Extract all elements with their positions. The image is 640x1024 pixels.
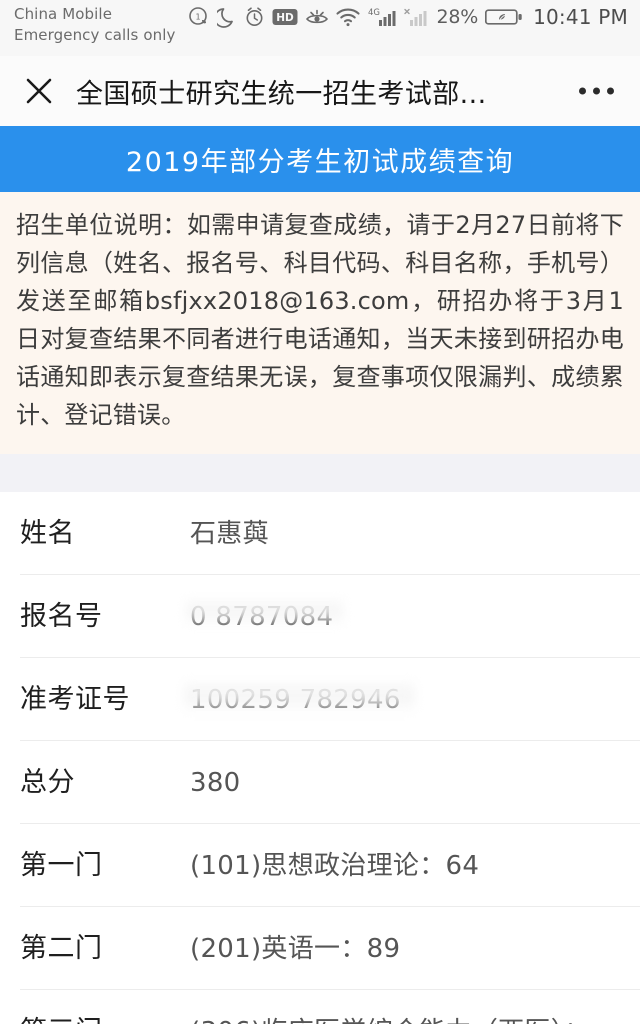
row-value-name: 石惠藇 (190, 519, 269, 549)
title-bar: 全国硕士研究生统一招生考试部... (0, 56, 640, 126)
banner-title: 2019年部分考生初试成绩查询 (125, 146, 515, 178)
row-label-subject-1: 第一门 (20, 850, 103, 881)
table-row: 姓名 石惠藇 (20, 492, 640, 575)
eye-comfort-icon (305, 4, 329, 30)
status-clock: 10:41 PM (533, 5, 628, 29)
page-banner: 2019年部分考生初试成绩查询 (0, 126, 640, 192)
do-not-disturb-moon-icon (217, 4, 237, 30)
status-bar: China Mobile Emergency calls only 1 HD 4… (0, 0, 640, 56)
result-table: 姓名 石惠藇 报名号 0 8787084 准考证号 100259 782946 … (0, 492, 640, 1024)
carrier-name: China Mobile (14, 5, 113, 23)
row-value-subject-1: (101)思想政治理论：64 (190, 851, 480, 881)
table-row: 第二门 (201)英语一：89 (20, 907, 640, 990)
page-title: 全国硕士研究生统一招生考试部... (76, 78, 487, 110)
redacted-registration-number: 0 8787084 (190, 602, 334, 632)
table-row: 报名号 0 8787084 (20, 575, 640, 658)
table-row: 第三门 (306)临床医学综合能力（西医）：227 (20, 990, 640, 1024)
row-value-registration-number: 0 8787084 (190, 597, 620, 637)
table-row: 总分 380 (20, 741, 640, 824)
row-label-subject-2: 第二门 (20, 933, 103, 964)
svg-text:4G: 4G (368, 8, 380, 18)
close-icon[interactable] (22, 74, 56, 108)
row-value-exam-ticket-number: 100259 782946 (190, 680, 620, 720)
phone-screen: China Mobile Emergency calls only 1 HD 4… (0, 0, 640, 1024)
carrier-info: China Mobile Emergency calls only (14, 4, 175, 46)
status-icons: 1 HD 4G 28% 10:41 PM (188, 4, 628, 30)
carrier-status: Emergency calls only (14, 26, 176, 44)
alarm-clock-icon (244, 4, 265, 30)
row-label-subject-3: 第三门 (20, 1012, 190, 1024)
notice-text: 招生单位说明：如需申请复查成绩，请于2月27日前将下列信息（姓名、报名号、科目代… (16, 211, 624, 429)
row-label-total-score: 总分 (20, 767, 75, 798)
section-spacer (0, 454, 640, 492)
hd-voice-icon: HD (272, 4, 298, 30)
battery-percent-label: 28% (436, 6, 479, 28)
row-label-exam-ticket-number: 准考证号 (20, 684, 130, 715)
row-label-registration-number: 报名号 (20, 601, 103, 632)
row-value-subject-2: (201)英语一：89 (190, 934, 401, 964)
table-row: 准考证号 100259 782946 (20, 658, 640, 741)
table-row: 第一门 (101)思想政治理论：64 (20, 824, 640, 907)
svg-text:1: 1 (196, 13, 201, 22)
svg-text:HD: HD (277, 12, 295, 24)
more-options-icon[interactable] (575, 78, 618, 105)
row-value-total-score: 380 (190, 768, 241, 798)
signal-bars-sim1-icon: 4G (367, 4, 397, 30)
row-label-name: 姓名 (20, 518, 75, 549)
wifi-icon (336, 4, 360, 30)
power-saving-icon: 1 (188, 4, 210, 30)
admission-notice: 招生单位说明：如需申请复查成绩，请于2月27日前将下列信息（姓名、报名号、科目代… (0, 192, 640, 454)
signal-bars-sim2-off-icon (404, 4, 428, 30)
battery-icon (485, 4, 523, 30)
redacted-exam-ticket-number: 100259 782946 (190, 685, 401, 715)
row-value-subject-3: (306)临床医学综合能力（西医）：227 (190, 1012, 620, 1024)
